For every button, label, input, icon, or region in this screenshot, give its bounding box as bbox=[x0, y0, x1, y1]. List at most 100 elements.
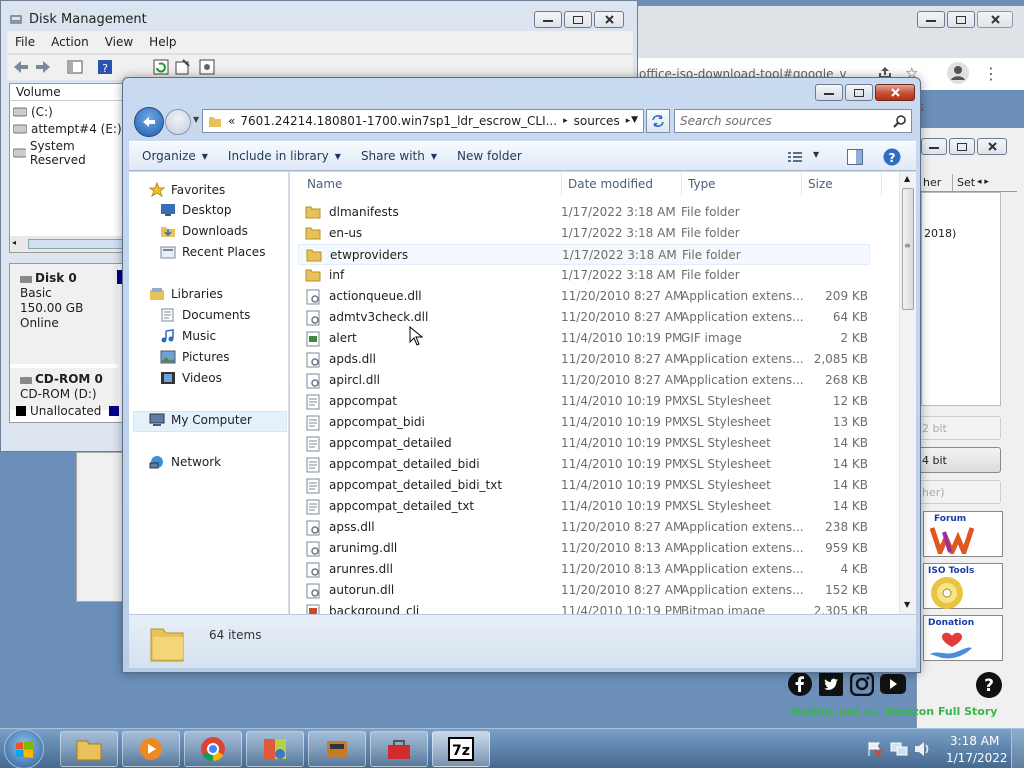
network-status-icon[interactable] bbox=[890, 741, 908, 757]
file-row[interactable]: apds.dll 11/20/2010 8:27 AM Application ex… bbox=[298, 349, 870, 370]
chrome-maximize-button[interactable] bbox=[947, 11, 975, 28]
clock-time[interactable]: 3:18 AM bbox=[950, 734, 999, 748]
breadcrumb-overflow[interactable]: « bbox=[228, 114, 235, 128]
profile-avatar-icon[interactable] bbox=[947, 62, 969, 84]
organize-button[interactable]: Organize ▼ bbox=[129, 149, 218, 163]
column-divider[interactable] bbox=[801, 172, 802, 196]
facebook-icon[interactable] bbox=[788, 672, 812, 696]
scroll-thumb[interactable]: ≡ bbox=[902, 188, 914, 310]
forward-button[interactable] bbox=[165, 109, 191, 135]
address-bar[interactable]: « 7601.24214.180801-1700.win7sp1_ldr_esc… bbox=[202, 109, 644, 133]
file-row[interactable]: apss.dll 11/20/2010 8:27 AM Application ex… bbox=[298, 517, 870, 538]
menu-view[interactable]: View bbox=[97, 35, 141, 49]
menu-action[interactable]: Action bbox=[43, 35, 97, 49]
file-row[interactable]: arunres.dll 11/20/2010 8:13 AM Application… bbox=[298, 559, 870, 580]
include-in-library-button[interactable]: Include in library ▼ bbox=[218, 149, 351, 163]
iso-other-button[interactable]: her) bbox=[917, 480, 1001, 504]
taskbar-7zip-button[interactable]: 7z bbox=[432, 731, 490, 767]
nav-my-computer[interactable]: My Computer bbox=[149, 413, 252, 427]
nav-recent-places[interactable]: Recent Places bbox=[160, 245, 265, 259]
disk0-info[interactable]: Disk 0 Basic 150.00 GB Online bbox=[10, 264, 118, 364]
nav-downloads[interactable]: Downloads bbox=[160, 224, 248, 238]
preview-pane-icon[interactable] bbox=[847, 149, 863, 165]
nav-network[interactable]: Network bbox=[149, 455, 221, 469]
nav-music[interactable]: Music bbox=[160, 329, 216, 343]
nav-desktop[interactable]: Desktop bbox=[160, 203, 232, 217]
breadcrumb-path[interactable]: 7601.24214.180801-1700.win7sp1_ldr_escro… bbox=[240, 114, 557, 128]
heidoc-footer-link[interactable]: HeiDoc.net vs. Amazon Full Story bbox=[791, 705, 997, 718]
recent-pages-dropdown-icon[interactable]: ▼ bbox=[193, 115, 199, 124]
column-header-size[interactable]: Size bbox=[808, 172, 833, 196]
iso-tab-other[interactable]: her bbox=[921, 174, 953, 191]
file-row[interactable]: appcompat_bidi 11/4/2010 10:19 PM XSL Styl… bbox=[298, 412, 870, 433]
file-row[interactable]: en-us 1/17/2022 3:18 AM File folder bbox=[298, 223, 870, 244]
share-with-button[interactable]: Share with ▼ bbox=[351, 149, 447, 163]
iso-close-button[interactable] bbox=[977, 138, 1007, 155]
column-header-type[interactable]: Type bbox=[688, 172, 716, 196]
refresh-icon[interactable] bbox=[153, 59, 169, 75]
nav-videos[interactable]: Videos bbox=[160, 371, 222, 385]
file-row[interactable]: arunimg.dll 11/20/2010 8:13 AM Application… bbox=[298, 538, 870, 559]
help-icon[interactable]: ? bbox=[883, 148, 901, 166]
file-row[interactable]: appcompat_detailed_bidi 11/4/2010 10:19 P… bbox=[298, 454, 870, 475]
iso-tools-button[interactable]: ISO Tools bbox=[923, 563, 1003, 609]
column-divider[interactable] bbox=[881, 172, 882, 196]
nav-favorites[interactable]: Favorites bbox=[149, 182, 225, 198]
file-row[interactable]: appcompat_detailed_bidi_txt 11/4/2010 10:… bbox=[298, 475, 870, 496]
iso-64bit-button[interactable]: 4 bit bbox=[917, 447, 1001, 473]
clock-date[interactable]: 1/17/2022 bbox=[946, 751, 1008, 765]
dm-close-button[interactable] bbox=[594, 11, 624, 28]
iso-tab-settings[interactable]: Set bbox=[953, 174, 977, 191]
forum-button[interactable]: Forum bbox=[923, 511, 1003, 557]
show-desktop-button[interactable] bbox=[1011, 729, 1024, 768]
volume-speaker-icon[interactable] bbox=[914, 741, 932, 757]
taskbar-chrome-button[interactable] bbox=[184, 731, 242, 767]
breadcrumb-separator[interactable]: ▸ bbox=[563, 116, 568, 126]
file-row[interactable]: admtv3check.dll 11/20/2010 8:27 AM Applica… bbox=[298, 307, 870, 328]
breadcrumb-separator[interactable]: ▸ bbox=[626, 116, 631, 126]
twitter-icon[interactable] bbox=[819, 672, 843, 696]
volume-row[interactable]: (C:) bbox=[13, 105, 53, 119]
column-divider[interactable] bbox=[681, 172, 682, 196]
taskbar-media-player-button[interactable] bbox=[122, 731, 180, 767]
menu-help[interactable]: Help bbox=[141, 35, 184, 49]
taskbar-winrar-button[interactable] bbox=[246, 731, 304, 767]
back-button[interactable] bbox=[134, 107, 164, 137]
ex-maximize-button[interactable] bbox=[845, 84, 873, 101]
forward-arrow-icon[interactable] bbox=[35, 60, 51, 74]
scroll-left-icon[interactable]: ◂ bbox=[12, 238, 16, 247]
column-header-date[interactable]: Date modified bbox=[568, 172, 653, 196]
help-book-icon[interactable]: ? bbox=[97, 59, 113, 75]
volume-row[interactable]: attempt#4 (E:) bbox=[13, 122, 122, 136]
file-row[interactable]: actionqueue.dll 11/20/2010 8:27 AM Applica… bbox=[298, 286, 870, 307]
search-icon[interactable] bbox=[893, 115, 906, 128]
help-icon[interactable]: ? bbox=[976, 672, 1002, 698]
action-center-flag-icon[interactable] bbox=[866, 741, 882, 757]
dm-minimize-button[interactable] bbox=[534, 11, 562, 28]
address-dropdown-icon[interactable]: ▼ bbox=[631, 115, 638, 125]
breadcrumb-current[interactable]: sources bbox=[574, 114, 620, 128]
menu-file[interactable]: File bbox=[7, 35, 43, 49]
nav-documents[interactable]: Documents bbox=[160, 308, 250, 322]
disk-settings-icon[interactable] bbox=[199, 59, 215, 75]
iso-maximize-button[interactable] bbox=[949, 138, 975, 155]
file-row[interactable]: background_cli 11/4/2010 10:19 PM Bitmap i… bbox=[298, 601, 870, 614]
nav-libraries[interactable]: Libraries bbox=[149, 287, 223, 301]
file-row[interactable]: inf 1/17/2022 3:18 AM File folder bbox=[298, 265, 870, 286]
chrome-close-button[interactable] bbox=[977, 11, 1013, 28]
volume-row[interactable]: System Reserved bbox=[13, 139, 126, 167]
back-arrow-icon[interactable] bbox=[13, 60, 29, 74]
vertical-scrollbar[interactable]: ▲ ≡ ▼ bbox=[899, 172, 916, 614]
file-row[interactable]: appcompat_detailed_txt 11/4/2010 10:19 PM… bbox=[298, 496, 870, 517]
volume-column-header[interactable]: Volume bbox=[10, 84, 126, 101]
scroll-thumb[interactable] bbox=[28, 239, 124, 249]
iso-minimize-button[interactable] bbox=[921, 138, 947, 155]
iso-32bit-button[interactable]: 2 bit bbox=[917, 416, 1001, 440]
file-row[interactable]: dlmanifests 1/17/2022 3:18 AM File folder bbox=[298, 202, 870, 223]
tab-scroll-arrows-icon[interactable]: ◂ ▸ bbox=[977, 174, 989, 191]
kebab-menu-icon[interactable]: ⋮ bbox=[983, 64, 999, 83]
dm-maximize-button[interactable] bbox=[564, 11, 592, 28]
donation-button[interactable]: Donation bbox=[923, 615, 1003, 661]
properties-icon[interactable] bbox=[175, 59, 191, 75]
nav-pictures[interactable]: Pictures bbox=[160, 350, 230, 364]
